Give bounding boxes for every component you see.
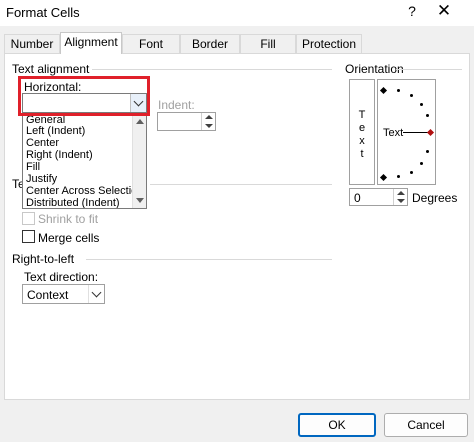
orientation-group-label: Orientation	[345, 62, 404, 76]
text-direction-label: Text direction:	[24, 270, 99, 284]
merge-cells-checkbox[interactable]	[22, 230, 35, 243]
dropdown-scrollbar[interactable]	[132, 114, 146, 208]
option-center-across-selection[interactable]: Center Across Selection	[26, 185, 143, 197]
text-direction-dropdown-button[interactable]	[88, 285, 104, 303]
dial-handle[interactable]	[426, 128, 435, 137]
orientation-dial[interactable]: Text	[377, 79, 436, 185]
scroll-down-icon[interactable]	[136, 198, 144, 203]
merge-cells-label: Merge cells	[38, 231, 100, 245]
vertical-letter: e	[358, 122, 366, 134]
cancel-button[interactable]: Cancel	[384, 413, 468, 437]
dial-dot[interactable]	[410, 171, 413, 174]
window-title: Format Cells	[6, 5, 80, 20]
dial-dot[interactable]	[420, 103, 423, 106]
option-left-indent[interactable]: Left (Indent)	[26, 125, 85, 137]
dial-text: Text	[383, 127, 404, 139]
rtl-group-label: Right-to-left	[12, 252, 75, 266]
option-justify[interactable]: Justify	[26, 173, 57, 185]
tab-protection[interactable]: Protection	[296, 34, 362, 53]
indent-label: Indent:	[158, 98, 195, 112]
group-divider	[92, 69, 332, 70]
dial-dot[interactable]	[420, 162, 423, 165]
tab-font[interactable]: Font	[122, 34, 180, 53]
dial-marker-top[interactable]	[379, 86, 388, 95]
indent-spin-buttons[interactable]	[201, 113, 215, 130]
shrink-to-fit-checkbox[interactable]	[22, 212, 35, 225]
horizontal-label: Horizontal:	[24, 80, 82, 94]
text-direction-value: Context	[27, 288, 69, 302]
vertical-letter: T	[358, 109, 366, 121]
degrees-spin-buttons[interactable]	[393, 189, 407, 205]
ok-button[interactable]: OK	[298, 413, 376, 437]
help-icon[interactable]: ?	[402, 3, 422, 19]
group-divider	[150, 184, 332, 185]
shrink-to-fit-label: Shrink to fit	[38, 212, 99, 226]
group-divider	[396, 69, 462, 70]
horizontal-dropdown-list[interactable]: General Left (Indent) Center Right (Inde…	[22, 113, 147, 209]
spin-up-icon[interactable]	[397, 191, 405, 195]
scroll-up-icon[interactable]	[136, 119, 144, 124]
group-divider	[86, 259, 332, 260]
degrees-label: Degrees	[412, 191, 458, 205]
tab-fill[interactable]: Fill	[240, 34, 296, 53]
text-direction-select[interactable]: Context	[22, 284, 105, 304]
option-fill[interactable]: Fill	[26, 161, 40, 173]
dial-dot[interactable]	[426, 150, 429, 153]
close-icon[interactable]: ✕	[432, 1, 456, 21]
tab-alignment[interactable]: Alignment	[60, 32, 122, 54]
title-bar: Format Cells ? ✕	[0, 0, 474, 26]
dial-dot[interactable]	[397, 175, 400, 178]
vertical-letter: t	[360, 148, 364, 160]
indent-stepper[interactable]	[157, 112, 216, 131]
dial-dot[interactable]	[397, 89, 400, 92]
chevron-down-icon	[91, 287, 102, 298]
option-right-indent[interactable]: Right (Indent)	[26, 149, 93, 161]
spin-up-icon[interactable]	[205, 115, 213, 119]
vertical-letter: x	[359, 135, 365, 147]
text-alignment-group-label: Text alignment	[12, 62, 90, 76]
dial-dot[interactable]	[426, 114, 429, 117]
tab-border[interactable]: Border	[180, 34, 240, 53]
spin-down-icon[interactable]	[205, 124, 213, 128]
tab-number[interactable]: Number	[4, 34, 60, 53]
degrees-value: 0	[354, 191, 361, 205]
spin-down-icon[interactable]	[397, 199, 405, 203]
dial-marker-bottom[interactable]	[379, 173, 388, 182]
vertical-text-toggle[interactable]: T e x t	[349, 79, 375, 185]
option-center[interactable]: Center	[26, 137, 59, 149]
degrees-stepper[interactable]: 0	[349, 188, 408, 206]
dial-dot[interactable]	[410, 94, 413, 97]
option-distributed-indent[interactable]: Distributed (Indent)	[26, 197, 120, 208]
dial-pointer[interactable]	[403, 132, 429, 133]
